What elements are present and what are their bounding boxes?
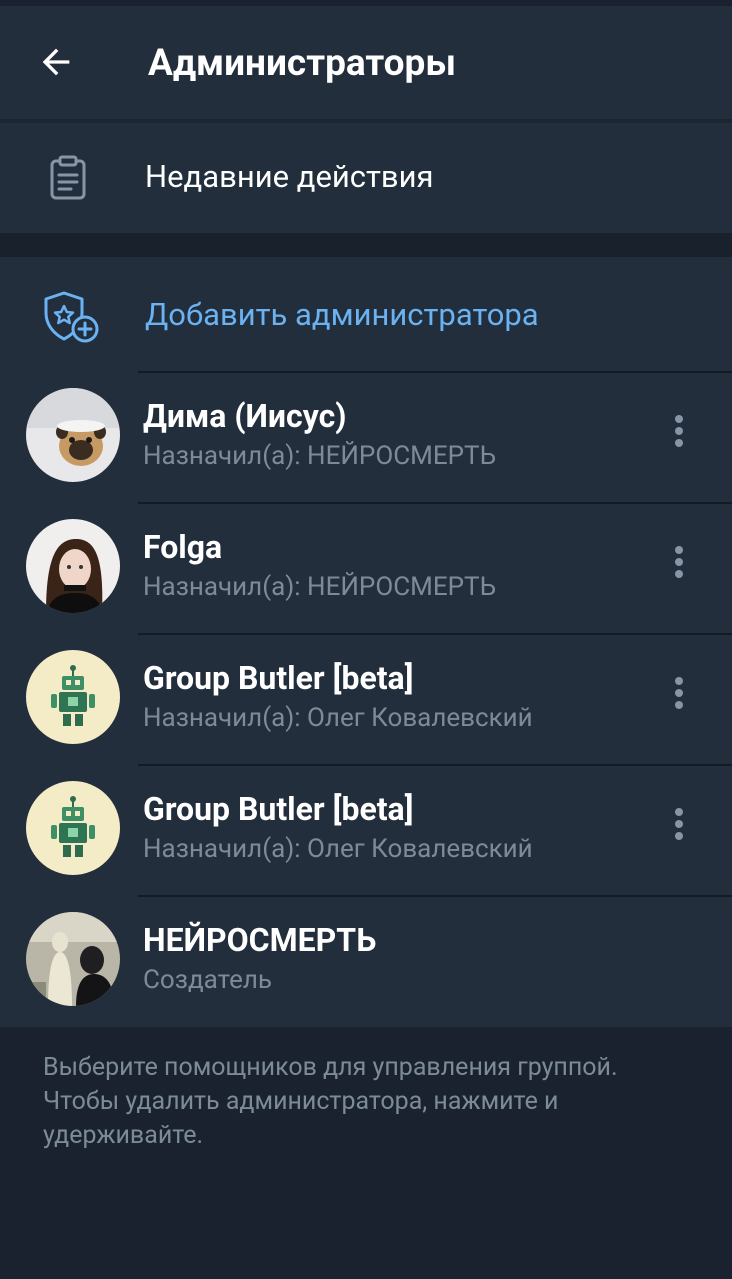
- admin-name: Group Butler [beta]: [143, 659, 414, 697]
- admin-row[interactable]: Дима (Иисус) Назначил(а): НЕЙРОСМЕРТЬ: [0, 371, 732, 502]
- divider: [138, 502, 732, 504]
- admin-name: Folga: [143, 528, 223, 566]
- more-options-button[interactable]: [656, 532, 702, 596]
- avatar-girl: [26, 519, 120, 613]
- add-admin-button[interactable]: Добавить администратора: [0, 257, 732, 371]
- admin-name: НЕЙРОСМЕРТЬ: [143, 921, 377, 959]
- admin-row[interactable]: Group Butler [beta] Назначил(а): Олег Ко…: [0, 764, 732, 895]
- avatar-pug: [26, 388, 120, 482]
- robot-icon: [26, 781, 120, 875]
- more-vertical-icon: [673, 806, 685, 846]
- back-button[interactable]: [22, 34, 90, 94]
- shield-star-add-icon: [38, 285, 102, 349]
- admin-row[interactable]: Folga Назначил(а): НЕЙРОСМЕРТЬ: [0, 502, 732, 633]
- more-vertical-icon: [673, 675, 685, 715]
- recent-actions-button[interactable]: Недавние действия: [0, 123, 732, 233]
- admins-hint-text: Выберите помощников для управления групп…: [43, 1053, 618, 1150]
- more-vertical-icon: [673, 413, 685, 453]
- avatar-statue: [26, 912, 120, 1006]
- admin-name: Дима (Иисус): [143, 397, 347, 435]
- robot-icon: [26, 650, 120, 744]
- admin-promoted-by: Назначил(а): НЕЙРОСМЕРТЬ: [143, 572, 497, 602]
- admins-section: Добавить администратора Дима (Иисус) Наз…: [0, 257, 732, 1027]
- clipboard-icon: [36, 146, 100, 210]
- app-bar: Администраторы: [0, 6, 732, 119]
- admin-name: Group Butler [beta]: [143, 790, 414, 828]
- admin-row[interactable]: Group Butler [beta] Назначил(а): Олег Ко…: [0, 633, 732, 764]
- more-options-button[interactable]: [656, 794, 702, 858]
- more-options-button[interactable]: [656, 663, 702, 727]
- admin-promoted-by: Назначил(а): Олег Ковалевский: [143, 834, 533, 864]
- arrow-left-icon: [36, 42, 76, 86]
- more-options-button[interactable]: [656, 401, 702, 465]
- admin-row[interactable]: НЕЙРОСМЕРТЬ Создатель: [0, 895, 732, 1026]
- divider: [138, 764, 732, 766]
- divider: [138, 895, 732, 897]
- admin-promoted-by: Назначил(а): НЕЙРОСМЕРТЬ: [143, 441, 497, 471]
- admin-promoted-by: Назначил(а): Олег Ковалевский: [143, 703, 533, 733]
- section-separator: [0, 233, 732, 257]
- add-admin-label: Добавить администратора: [145, 296, 539, 333]
- divider: [138, 371, 732, 373]
- divider: [138, 633, 732, 635]
- admin-role: Создатель: [143, 965, 273, 995]
- more-vertical-icon: [673, 544, 685, 584]
- recent-actions-section: Недавние действия: [0, 123, 732, 233]
- recent-actions-label: Недавние действия: [145, 158, 434, 195]
- page-title: Администраторы: [148, 42, 457, 85]
